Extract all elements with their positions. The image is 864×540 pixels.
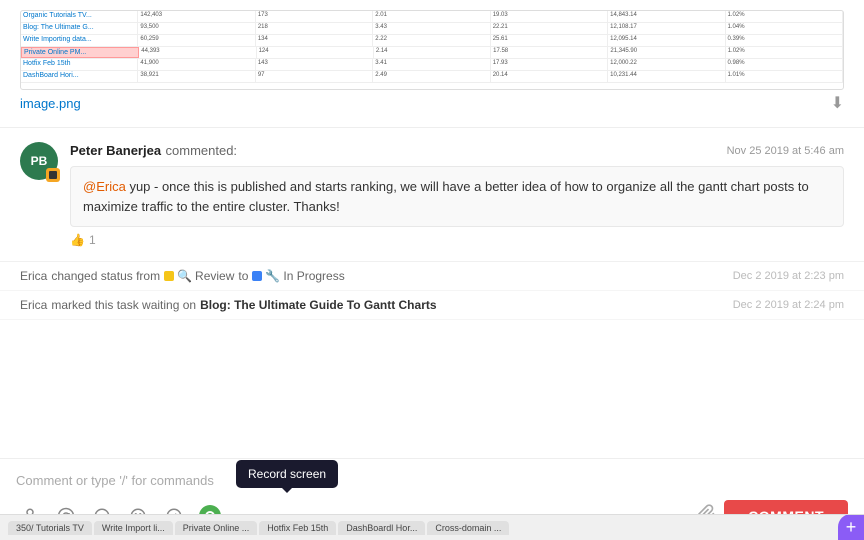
taskbar-tab-1[interactable]: Write Import li...: [94, 521, 173, 535]
status-change-left-2: Erica marked this task waiting on Blog: …: [20, 298, 437, 312]
image-filename-link[interactable]: image.png: [20, 96, 81, 111]
status-change-left-1: Erica changed status from 🔍 Review to 🔧 …: [20, 269, 345, 283]
status-action-1: changed status from: [51, 269, 160, 283]
commenter-name: Peter Banerjea: [70, 143, 161, 158]
status-to-label: In Progress: [283, 269, 344, 283]
status-action-2: marked this task waiting on: [51, 298, 196, 312]
status-change-timestamp-1: Dec 2 2019 at 2:23 pm: [733, 270, 844, 282]
avatar: PB: [20, 142, 58, 180]
comment-action: commented:: [166, 143, 238, 158]
image-attachment-section: Organic Tutorials TV... 142,403 173 2.01…: [0, 0, 864, 128]
taskbar-tab-5[interactable]: Cross-domain ...: [427, 521, 509, 535]
status-change-1: Erica changed status from 🔍 Review to 🔧 …: [0, 262, 864, 291]
spreadsheet-preview: Organic Tutorials TV... 142,403 173 2.01…: [20, 10, 844, 90]
status-to-text: to: [238, 269, 248, 283]
taskbar-tab-4[interactable]: DashBoardl Hor...: [338, 521, 425, 535]
waiting-task-link[interactable]: Blog: The Ultimate Guide To Gantt Charts: [200, 298, 436, 312]
avatar-badge: [46, 168, 60, 182]
like-button[interactable]: 👍 1: [70, 233, 844, 247]
status-to-badge: 🔧 In Progress: [252, 269, 344, 283]
taskbar-tab-2[interactable]: Private Online ...: [175, 521, 258, 535]
comment-mention: @Erica: [83, 179, 126, 194]
status-dot-yellow: [164, 271, 174, 281]
comment-meta: Peter Banerjea commented:: [70, 142, 237, 160]
status-from-badge: 🔍 Review: [164, 269, 234, 283]
comment-placeholder[interactable]: Comment or type '/' for commands: [16, 469, 848, 496]
status-change-2: Erica marked this task waiting on Blog: …: [0, 291, 864, 320]
comment-block: PB Peter Banerjea commented: Nov 25 2019…: [0, 128, 864, 262]
download-icon[interactable]: ⬇: [831, 93, 844, 113]
bottom-taskbar: 350/ Tutorials TV Write Import li... Pri…: [0, 514, 864, 540]
avatar-badge-inner: [49, 171, 57, 179]
like-count: 1: [89, 233, 96, 247]
comment-content: Peter Banerjea commented: Nov 25 2019 at…: [70, 142, 844, 247]
status-dot-blue: [252, 271, 262, 281]
status-from-label: Review: [195, 269, 234, 283]
status-actor-2: Erica: [20, 298, 47, 312]
main-container: Organic Tutorials TV... 142,403 173 2.01…: [0, 0, 864, 540]
comment-timestamp: Nov 25 2019 at 5:46 am: [727, 145, 844, 157]
thumbs-up-icon: 👍: [70, 233, 85, 247]
status-actor-1: Erica: [20, 269, 47, 283]
new-tab-button[interactable]: +: [838, 514, 864, 540]
taskbar-tab-0[interactable]: 350/ Tutorials TV: [8, 521, 92, 535]
taskbar-tab-3[interactable]: Hotfix Feb 15th: [259, 521, 336, 535]
comment-body: @Erica yup - once this is published and …: [70, 166, 844, 227]
status-change-timestamp-2: Dec 2 2019 at 2:24 pm: [733, 299, 844, 311]
comment-header: Peter Banerjea commented: Nov 25 2019 at…: [70, 142, 844, 160]
comment-text: yup - once this is published and starts …: [83, 179, 809, 214]
avatar-initials: PB: [31, 154, 48, 168]
